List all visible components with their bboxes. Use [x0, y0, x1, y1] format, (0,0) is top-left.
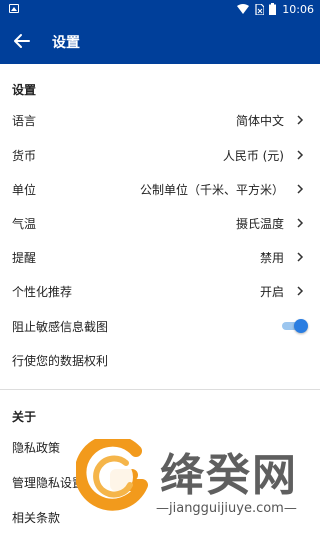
- row-label: 相关条款: [12, 511, 61, 525]
- row-label: 气温: [12, 217, 37, 231]
- app-bar: 设置: [0, 18, 320, 64]
- watermark-logo-icon: [76, 439, 148, 511]
- temperature-row[interactable]: 气温 摄氏温度: [0, 206, 320, 241]
- row-label: 提醒: [12, 251, 37, 265]
- chevron-right-icon: [297, 218, 304, 228]
- image-notification-icon: [9, 4, 19, 13]
- currency-row[interactable]: 货币 人民币 (元): [0, 138, 320, 173]
- about-section-title: 关于: [12, 410, 37, 424]
- section-divider: [0, 389, 320, 390]
- row-label: 货币: [12, 149, 37, 163]
- chevron-right-icon: [297, 286, 304, 296]
- back-arrow-icon[interactable]: [10, 29, 34, 53]
- reminder-row[interactable]: 提醒 禁用: [0, 240, 320, 275]
- row-label: 单位: [12, 183, 37, 197]
- personalized-recommendations-row[interactable]: 个性化推荐 开启: [0, 274, 320, 309]
- wifi-icon: [237, 4, 250, 14]
- row-value: 公制单位（千米、平方米）: [139, 183, 284, 197]
- chevron-right-icon: [297, 150, 304, 160]
- row-value: 简体中文: [235, 114, 284, 128]
- chevron-right-icon: [297, 115, 304, 125]
- row-value: 摄氏温度: [235, 217, 284, 231]
- units-row[interactable]: 单位 公制单位（千米、平方米）: [0, 172, 320, 207]
- toggle-thumb: [294, 319, 308, 333]
- status-time: 10:06: [282, 2, 314, 16]
- row-value: 开启: [259, 285, 284, 299]
- settings-section-title: 设置: [12, 83, 37, 97]
- chevron-right-icon: [297, 184, 304, 194]
- row-value: 禁用: [259, 251, 284, 265]
- chevron-right-icon: [297, 252, 304, 262]
- watermark: 绛癸网 —jiangguijiuye.com—: [70, 435, 320, 527]
- row-label: 隐私政策: [12, 441, 61, 455]
- row-label: 个性化推荐: [12, 285, 73, 299]
- watermark-url: —jiangguijiuye.com—: [156, 501, 297, 516]
- no-sim-icon: [255, 3, 265, 15]
- screenshot-block-toggle[interactable]: [282, 319, 308, 333]
- data-rights-row[interactable]: 行使您的数据权利: [0, 343, 320, 378]
- watermark-brand: 绛癸网: [160, 450, 298, 501]
- page-title: 设置: [52, 35, 80, 51]
- row-label: 行使您的数据权利: [12, 354, 109, 368]
- row-label: 语言: [12, 114, 37, 128]
- row-value: 人民币 (元): [222, 149, 284, 163]
- language-row[interactable]: 语言 简体中文: [0, 103, 320, 138]
- block-sensitive-screenshot-row: 阻止敏感信息截图: [0, 309, 320, 344]
- row-label: 阻止敏感信息截图: [12, 320, 109, 334]
- status-bar: 10:06: [0, 0, 320, 18]
- status-icons: 10:06: [237, 0, 314, 18]
- battery-icon: [269, 3, 277, 15]
